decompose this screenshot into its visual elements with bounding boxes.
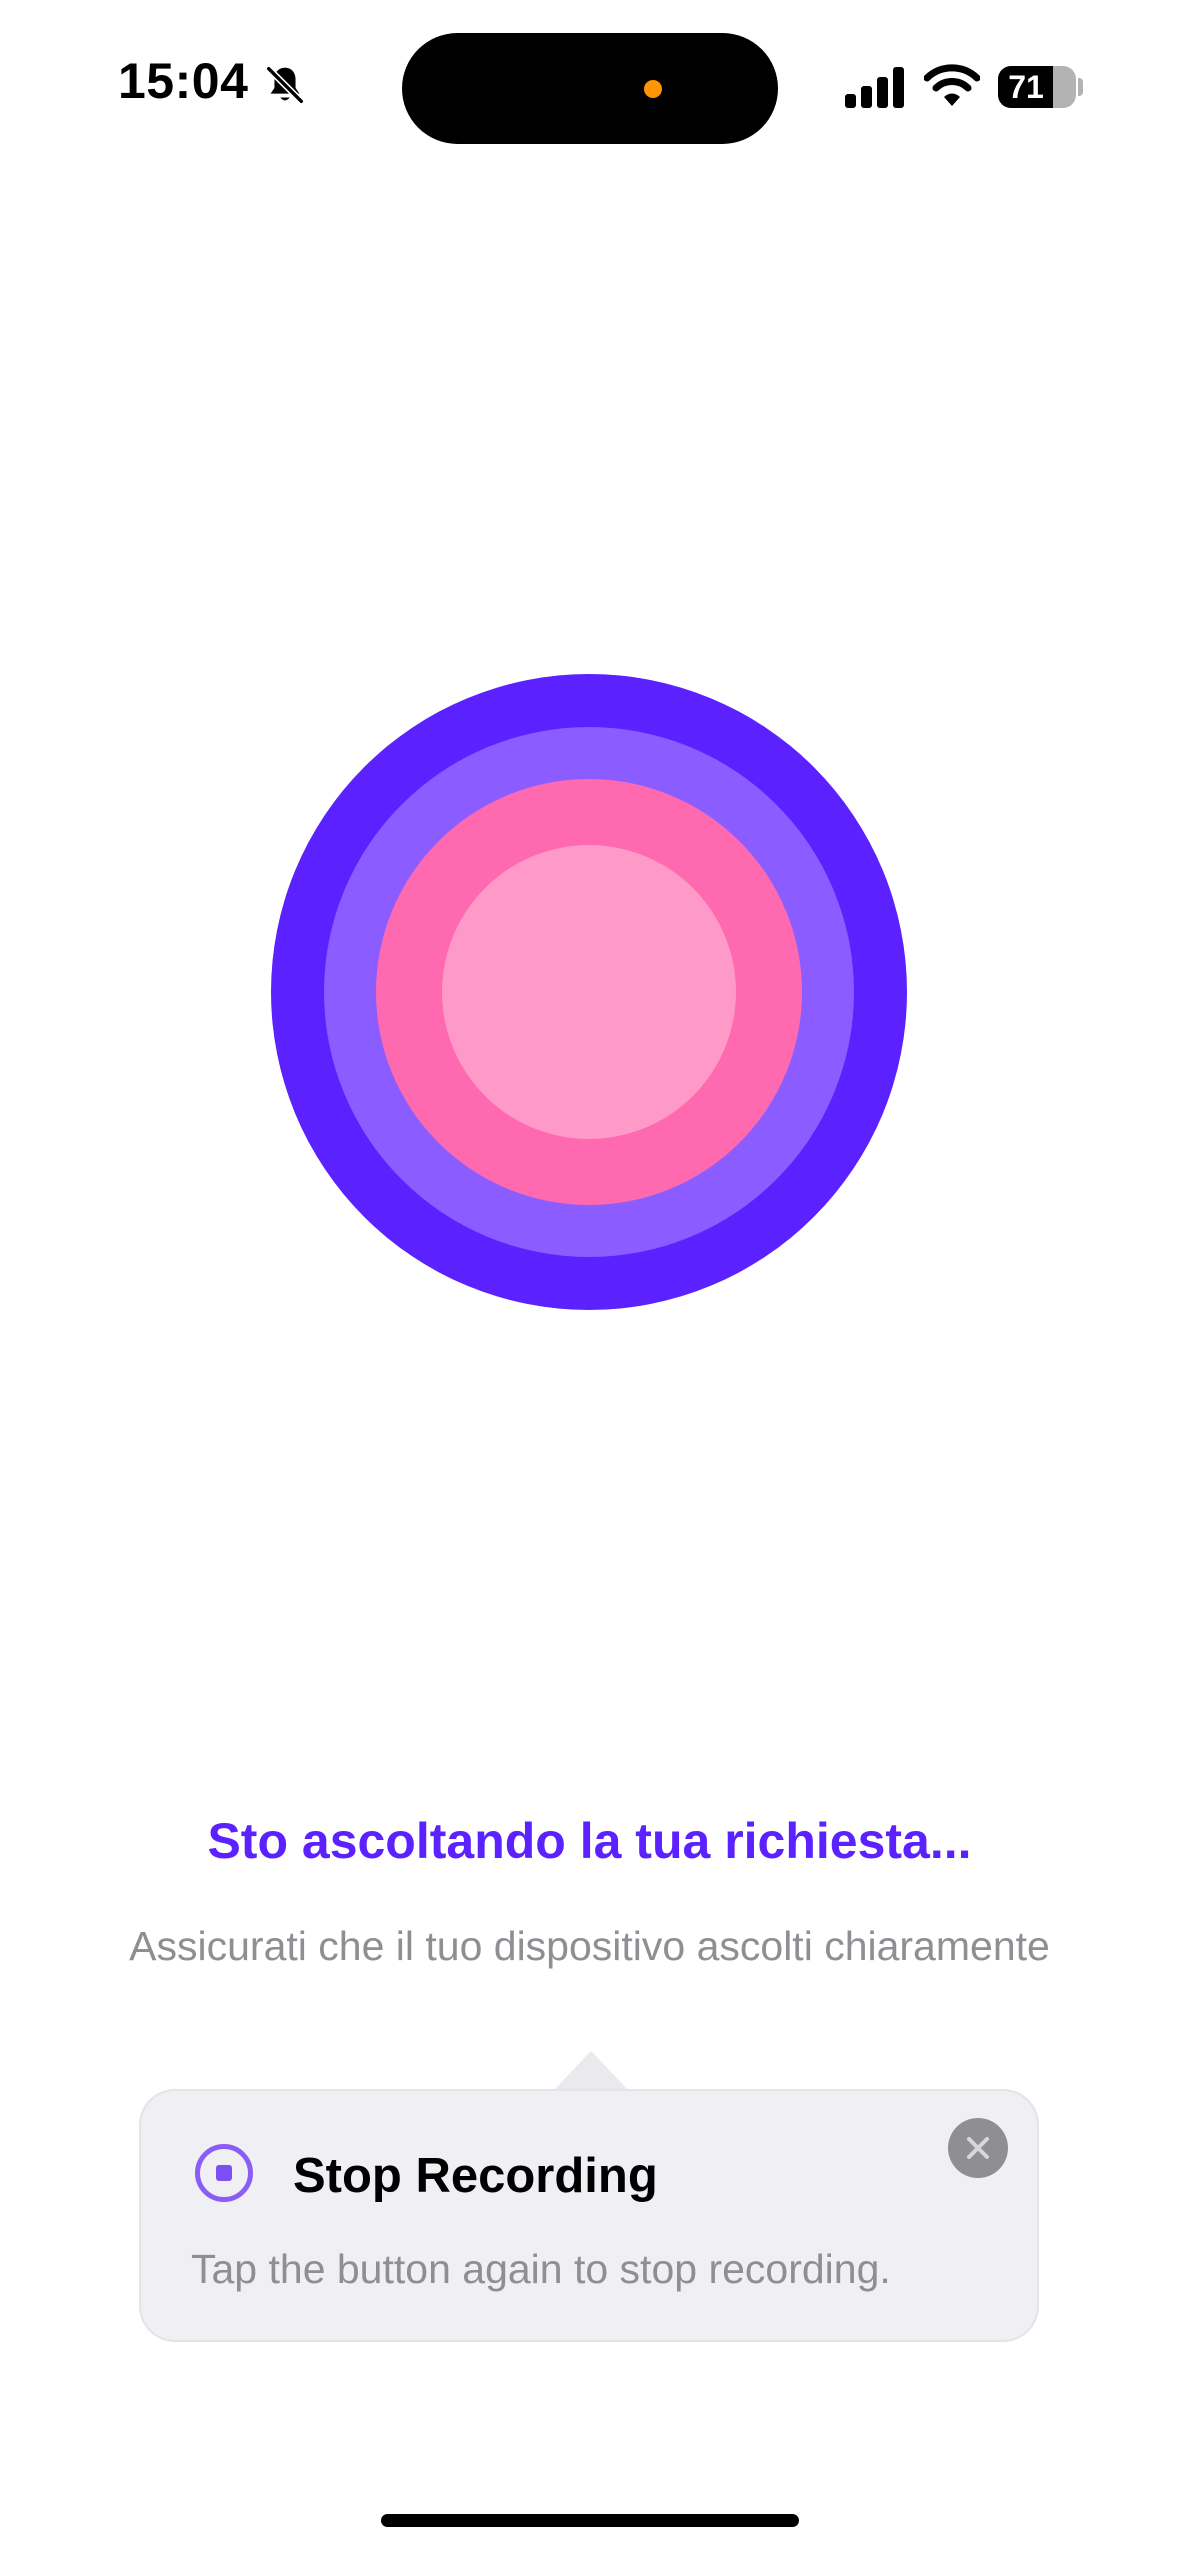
dynamic-island	[402, 33, 778, 144]
tooltip-arrow	[553, 2051, 629, 2091]
wifi-icon	[924, 64, 980, 106]
tooltip-close-button[interactable]	[948, 2118, 1008, 2178]
listening-subtitle: Assicurati che il tuo dispositivo ascolt…	[129, 1923, 1050, 1969]
home-indicator[interactable]	[381, 2514, 799, 2527]
bell-slash-icon	[265, 65, 305, 105]
battery-cap	[1078, 78, 1083, 96]
stop-recording-tooltip: Stop Recording Tap the button again to s…	[141, 2091, 1037, 2340]
signal-icon	[845, 67, 904, 108]
battery-icon: 71	[998, 66, 1076, 108]
tooltip-body: Tap the button again to stop recording.	[191, 2246, 891, 2292]
recording-indicator-dot	[644, 80, 662, 98]
close-icon	[967, 2137, 989, 2159]
listening-title: Sto ascoltando la tua richiesta...	[207, 1813, 972, 1869]
status-bar: 15:04 71	[0, 0, 1179, 180]
battery-level: 71	[1008, 69, 1044, 105]
orb-core	[442, 845, 736, 1139]
tooltip-title: Stop Recording	[293, 2149, 658, 2203]
stop-square-icon	[216, 2165, 232, 2181]
status-time: 15:04	[118, 53, 249, 109]
stop-circle-icon	[195, 2144, 253, 2202]
